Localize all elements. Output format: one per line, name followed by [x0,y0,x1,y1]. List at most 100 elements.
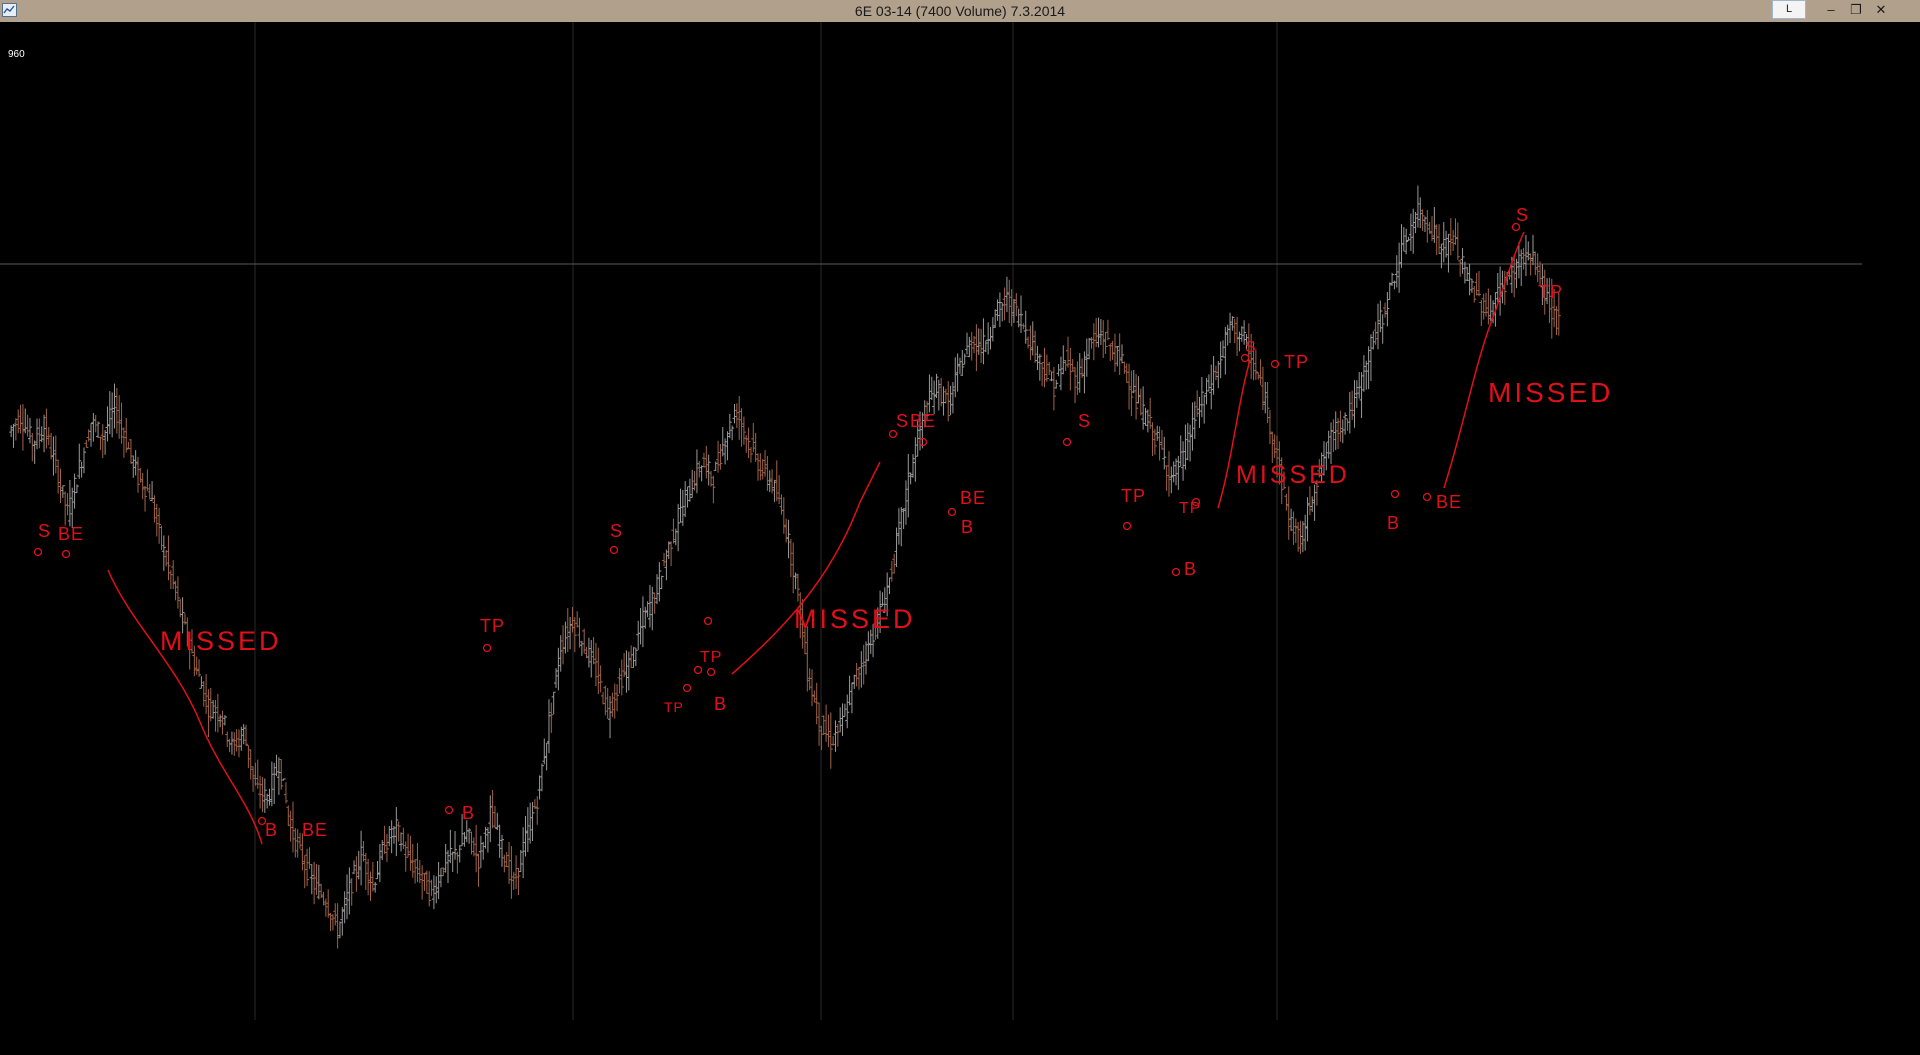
ohlc-bar-408 [967,336,972,358]
ohlc-bar-251 [598,665,603,693]
ohlc-bar-410 [972,335,977,354]
ohlc-bar-103 [251,766,256,792]
ohlc-bar-335 [795,573,800,602]
ohlc-bar-570 [1347,391,1352,434]
close-button[interactable]: ✕ [1868,0,1894,20]
ohlc-bar-582 [1375,303,1380,350]
ohlc-bar-144 [347,867,352,915]
ohlc-bar-119 [288,810,293,842]
annotation-note-11: MISSED [794,604,916,634]
entry-circle-13 [1062,437,1072,447]
ohlc-bar-37 [96,421,101,438]
ohlc-bar-116 [281,778,286,781]
ohlc-bar-198 [474,824,479,873]
ohlc-bar-344 [817,702,822,746]
ohlc-bar-13 [39,426,44,443]
ohlc-bar-99 [241,724,246,745]
ohlc-bar-106 [258,775,263,809]
ohlc-bar-264 [629,645,634,669]
ohlc-bar-143 [345,874,350,920]
ohlc-bar-262 [624,650,629,693]
ohlc-bar-95 [232,732,237,756]
ohlc-bar-376 [892,553,897,574]
price-chart[interactable]: S BEMISSEDB BEBTPSTPTPBMISSEDS BEBEBSTPTPBS… [0,22,1920,1050]
entry-circle-3 [444,805,454,815]
ohlc-bar-134 [323,898,328,917]
ohlc-bar-81 [199,676,204,689]
ohlc-bar-23 [63,491,68,526]
ohlc-bar-400 [948,385,953,416]
ohlc-bar-224 [535,796,540,825]
ohlc-bar-568 [1343,412,1348,435]
ohlc-bar-433 [1026,336,1031,349]
ohlc-bar-153 [368,871,373,901]
ohlc-bar-392 [929,376,934,401]
ohlc-bar-235 [561,625,566,665]
ohlc-bar-472 [1117,333,1122,376]
ohlc-bar-586 [1385,291,1390,327]
ohlc-bar-538 [1272,434,1277,459]
ohlc-bar-380 [901,508,906,530]
ohlc-bar-46 [117,395,122,439]
ohlc-bar-206 [492,805,497,829]
annotation-signal-13: BE [910,411,936,431]
ohlc-bar-129 [312,861,317,905]
restore-button[interactable]: ❐ [1843,0,1869,20]
entry-circle-15 [1171,567,1181,577]
ohlc-bar-351 [833,720,838,752]
ohlc-bar-442 [1047,361,1052,375]
ohlc-bar-379 [899,506,904,547]
ohlc-bar-199 [476,853,481,887]
ohlc-bar-29 [77,443,82,479]
ohlc-bar-268 [638,607,643,645]
ohlc-bar-362 [859,651,864,688]
ohlc-bar-40 [103,430,108,455]
ohlc-bar-603 [1425,209,1430,243]
ohlc-bar-316 [751,422,756,453]
l-button[interactable]: L [1772,0,1806,19]
ohlc-bar-524 [1239,326,1244,342]
ohlc-bar-349 [828,712,833,769]
ohlc-bar-405 [960,350,965,377]
ohlc-bar-650 [1535,253,1540,283]
annotation-signal-10: B [714,694,727,714]
ohlc-bar-259 [617,668,622,694]
ohlc-bar-597 [1411,208,1416,254]
ohlc-bar-133 [321,891,326,906]
ohlc-bar-241 [575,611,580,628]
ohlc-bar-363 [861,644,866,685]
ohlc-bar-477 [1129,370,1134,417]
ohlc-bar-59 [147,483,152,500]
ohlc-bar-80 [197,659,202,677]
ohlc-bar-641 [1514,258,1519,289]
ohlc-bar-249 [593,642,598,687]
ohlc-bar-74 [182,613,187,625]
minimize-button[interactable]: – [1818,0,1844,20]
ohlc-bar-146 [352,860,357,875]
ohlc-bar-318 [755,453,760,481]
ohlc-bar-0 [9,425,14,438]
ohlc-bar-276 [657,562,662,602]
ohlc-bar-394 [934,373,939,398]
ohlc-bar-621 [1467,263,1472,296]
ohlc-bar-311 [739,408,744,447]
ohlc-bar-550 [1300,521,1305,553]
ohlc-bar-42 [107,391,112,435]
ohlc-bar-135 [326,889,331,918]
ohlc-bar-113 [274,754,279,777]
ohlc-bar-445 [1054,379,1059,389]
ohlc-bar-469 [1110,340,1115,360]
ohlc-bar-6 [23,408,28,434]
ohlc-bar-585 [1383,302,1388,318]
grid-layer [0,22,1862,1020]
ohlc-bar-506 [1197,397,1202,428]
ohlc-bar-581 [1373,321,1378,345]
chart-area[interactable]: S BE MISSED B BE B TP S TP TP B MISSED S BE BE B S TP TP B S… [0,22,1920,1050]
ohlc-bar-260 [619,659,624,696]
ohlc-bar-345 [819,725,824,750]
ohlc-bar-128 [309,864,314,895]
ohlc-bar-180 [431,875,436,910]
ohlc-bar-195 [467,828,472,844]
ohlc-bar-353 [838,707,843,733]
ohlc-bar-127 [307,847,312,869]
